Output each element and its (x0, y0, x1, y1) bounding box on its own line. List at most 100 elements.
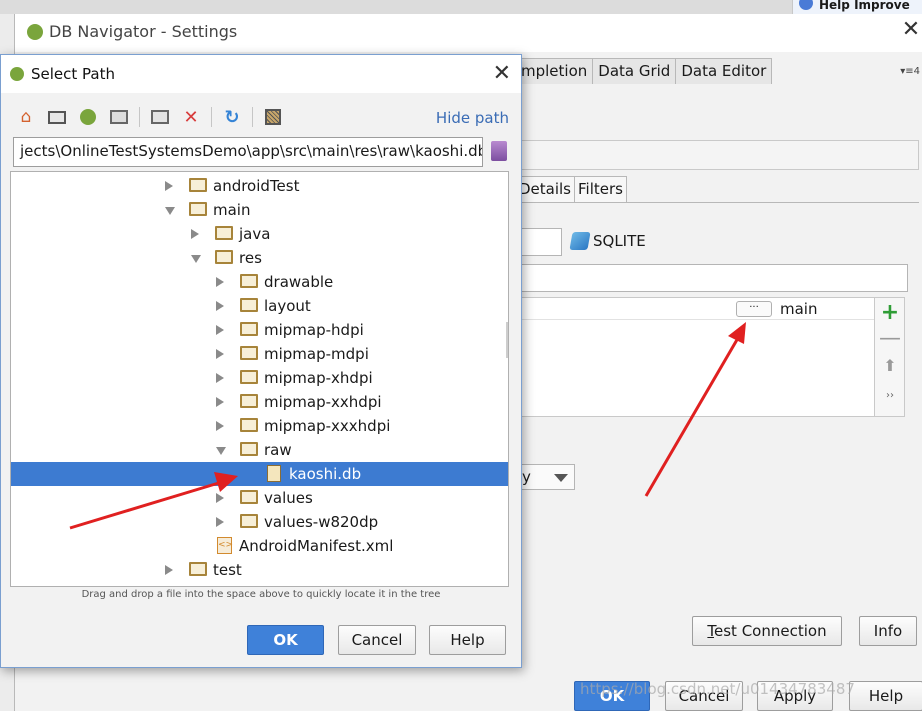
add-icon[interactable]: + (875, 300, 905, 325)
refresh-icon[interactable]: ↻ (221, 107, 243, 128)
schema-name-cell[interactable]: main (780, 300, 817, 318)
tree-node[interactable]: drawable (11, 270, 508, 294)
folder-icon (240, 394, 258, 408)
folder-icon (189, 562, 207, 576)
expand-right-icon[interactable] (216, 397, 224, 407)
tree-scrollbar[interactable] (506, 322, 508, 358)
help-button[interactable]: Help (849, 681, 922, 711)
tree-node[interactable]: mipmap-hdpi (11, 318, 508, 342)
tree-node-selected[interactable]: kaoshi.db (11, 462, 508, 486)
path-input[interactable]: jects\OnlineTestSystemsDemo\app\src\main… (13, 137, 483, 167)
folder-icon (240, 514, 258, 528)
tree-node-label: java (239, 225, 271, 243)
module-icon[interactable] (108, 107, 130, 127)
tree-node-label: main (213, 201, 251, 219)
tree-node-label: raw (264, 441, 292, 459)
tree-node[interactable]: mipmap-xhdpi (11, 366, 508, 390)
tree-node[interactable]: androidTest (11, 174, 508, 198)
expand-right-icon[interactable] (165, 181, 173, 191)
watermark: https://blog.csdn.net/u01434783487 (580, 680, 855, 698)
ok-button[interactable]: OK (247, 625, 324, 655)
expand-right-icon[interactable] (216, 277, 224, 287)
help-improve-text: Help Improve (819, 0, 910, 12)
xml-file-icon: <> (217, 537, 233, 554)
tree-node-label: drawable (264, 273, 334, 291)
test-connection-button[interactable]: Test Connection (692, 616, 842, 646)
android-app-icon (10, 67, 24, 81)
help-button[interactable]: Help (429, 625, 506, 655)
tab-overflow-icon[interactable]: ▾≡4 (900, 66, 920, 77)
android-project-icon[interactable] (77, 107, 99, 127)
more-icon[interactable]: ›› (875, 390, 905, 401)
expand-right-icon[interactable] (216, 325, 224, 335)
info-button[interactable]: Info (859, 616, 917, 646)
close-icon[interactable]: ✕ (493, 61, 511, 86)
dialog-title-bar: Select Path ✕ (1, 55, 521, 93)
tree-node-label: mipmap-xxxhdpi (264, 417, 391, 435)
home-icon[interactable]: ⌂ (15, 107, 37, 127)
new-folder-icon[interactable] (149, 107, 171, 127)
tab-data-grid[interactable]: Data Grid (592, 58, 677, 84)
browse-file-button[interactable]: ··· (736, 301, 772, 317)
expand-down-icon[interactable] (165, 207, 175, 215)
close-icon[interactable]: ✕ (899, 18, 922, 42)
sqlite-label: SQLITE (569, 232, 646, 250)
expand-right-icon[interactable] (216, 421, 224, 431)
expand-right-icon[interactable] (191, 229, 199, 239)
expand-right-icon[interactable] (165, 565, 173, 575)
help-improve-banner[interactable]: Help Improve (792, 0, 922, 14)
select-path-dialog: Select Path ✕ ⌂ ✕ ↻ Hide path jects\Onli… (0, 54, 522, 668)
tree-node[interactable]: mipmap-mdpi (11, 342, 508, 366)
expand-right-icon[interactable] (216, 517, 224, 527)
folder-icon (240, 442, 258, 456)
tree-node[interactable]: res (11, 246, 508, 270)
desktop-icon[interactable] (46, 107, 68, 127)
tree-node[interactable]: mipmap-xxhdpi (11, 390, 508, 414)
expand-down-icon[interactable] (216, 447, 226, 455)
tree-node[interactable]: layout (11, 294, 508, 318)
move-up-icon[interactable]: ⬆ (875, 356, 905, 375)
description-field[interactable] (515, 264, 908, 292)
tree-node[interactable]: test (11, 558, 508, 582)
hide-path-link[interactable]: Hide path (436, 109, 509, 127)
delete-icon[interactable]: ✕ (180, 107, 202, 128)
database-type-field[interactable] (515, 228, 562, 256)
tree-node-label: test (213, 561, 242, 579)
settings-title: DB Navigator - Settings (49, 22, 238, 41)
toolbar-separator (139, 107, 140, 127)
screen: Help Improve DB Navigator - Settings ✕ m… (0, 0, 922, 711)
expand-right-icon[interactable] (216, 373, 224, 383)
file-tree[interactable]: androidTest main java res drawable layout mipm… (10, 171, 509, 587)
tree-node[interactable]: mipmap-xxxhdpi (11, 414, 508, 438)
folder-icon (215, 226, 233, 240)
settings-title-bar: DB Navigator - Settings ✕ (15, 14, 922, 52)
driver-source-dropdown[interactable]: y (515, 464, 575, 490)
tree-node-label: mipmap-xhdpi (264, 369, 373, 387)
cancel-button[interactable]: Cancel (338, 625, 416, 655)
tab-details[interactable]: Details (515, 176, 576, 202)
tree-node[interactable]: raw (11, 438, 508, 462)
show-hidden-icon[interactable] (262, 107, 284, 127)
folder-icon (240, 418, 258, 432)
tree-node[interactable]: <> AndroidManifest.xml (11, 534, 508, 558)
tab-code-completion[interactable]: mpletion (515, 58, 594, 84)
table-row-divider (516, 319, 874, 320)
expand-right-icon[interactable] (216, 301, 224, 311)
folder-icon (215, 250, 233, 264)
expand-right-icon[interactable] (216, 493, 224, 503)
tree-node-label: mipmap-xxhdpi (264, 393, 382, 411)
tree-node-label: mipmap-mdpi (264, 345, 369, 363)
tree-node[interactable]: main (11, 198, 508, 222)
tab-data-editor[interactable]: Data Editor (675, 58, 773, 84)
expand-right-icon[interactable] (216, 349, 224, 359)
tab-filters[interactable]: Filters (574, 176, 627, 202)
tree-node-label: res (239, 249, 262, 267)
connection-inner-tabs: Details Filters (515, 176, 627, 202)
tree-node[interactable]: values (11, 486, 508, 510)
tree-node[interactable]: java (11, 222, 508, 246)
android-app-icon (27, 24, 43, 40)
expand-down-icon[interactable] (191, 255, 201, 263)
path-history-icon[interactable] (491, 141, 507, 161)
remove-icon[interactable]: — (875, 326, 905, 351)
tree-node[interactable]: values-w820dp (11, 510, 508, 534)
